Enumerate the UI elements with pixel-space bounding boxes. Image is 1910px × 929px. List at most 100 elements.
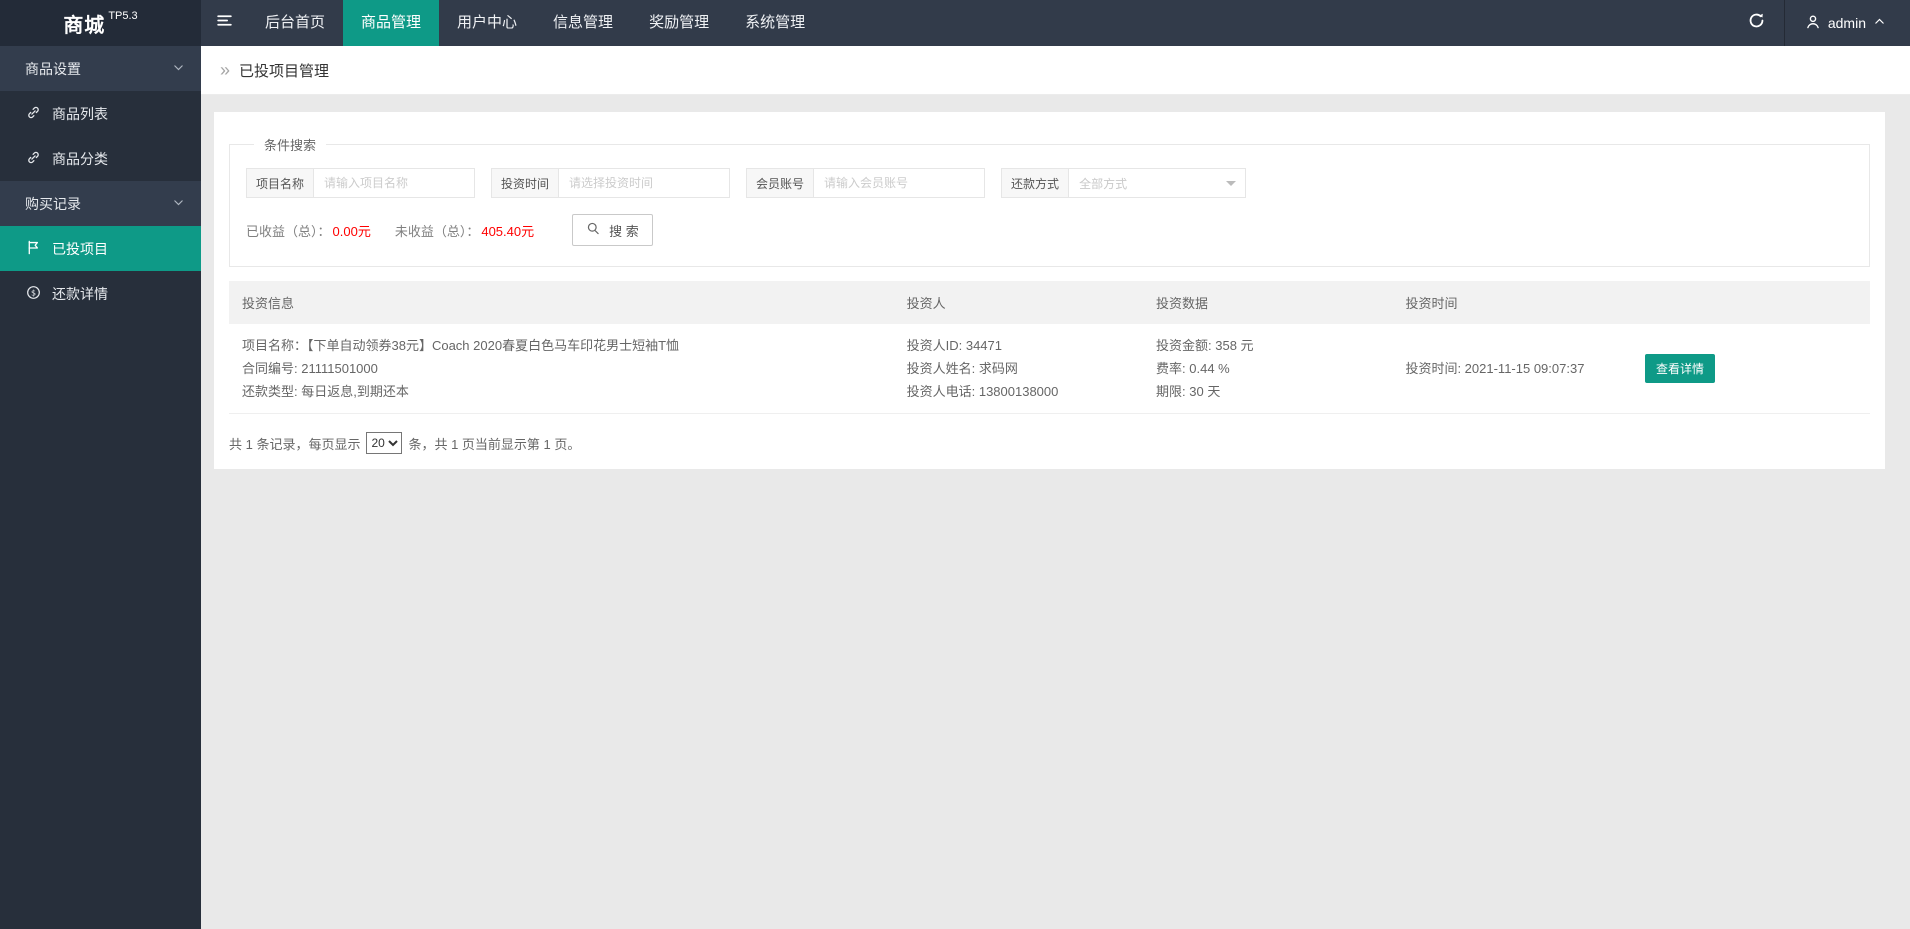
search-button-label: 搜 索 bbox=[609, 221, 639, 240]
page-scroll-area[interactable]: 条件搜索 项目名称 投资时间 会员账号 bbox=[201, 95, 1910, 929]
investor-phone-line: 投资人电话: 13800138000 bbox=[907, 380, 1130, 403]
earned-total-label: 已收益（总）： bbox=[246, 221, 331, 240]
investments-table: 投资信息 投资人 投资数据 投资时间 项目名称：【下单自动领券38元】Coach… bbox=[229, 281, 1870, 414]
member-account-group: 会员账号 bbox=[746, 168, 985, 198]
col-header-invest-time: 投资时间 bbox=[1392, 281, 1632, 324]
earned-total-value: 0.00元 bbox=[333, 221, 371, 240]
contract-no-line: 合同编号: 21111501000 bbox=[242, 357, 881, 380]
sidebar-group-label: 购买记录 bbox=[25, 194, 81, 214]
sidebar-item-label: 商品分类 bbox=[52, 149, 108, 169]
sidebar: 商品设置 商品列表 商品分类 购买记录 bbox=[0, 46, 201, 929]
col-header-invest-info: 投资信息 bbox=[229, 281, 894, 324]
refresh-button[interactable] bbox=[1730, 0, 1784, 46]
investor-name-line: 投资人姓名: 求码网 bbox=[907, 357, 1130, 380]
invest-time-input[interactable] bbox=[558, 168, 730, 198]
app-logo: 商城 TP5.3 bbox=[0, 0, 201, 46]
nav-tab-user-center[interactable]: 用户中心 bbox=[439, 0, 535, 46]
pagination-text-before: 共 1 条记录，每页显示 bbox=[229, 434, 360, 453]
username-label: admin bbox=[1828, 15, 1866, 31]
page-title: 已投项目管理 bbox=[239, 60, 329, 81]
repayment-type-line: 还款类型: 每日返息,到期还本 bbox=[242, 380, 881, 403]
cell-invest-data: 投资金额: 358 元 费率: 0.44 % 期限: 30 天 bbox=[1143, 324, 1392, 414]
svg-text:$: $ bbox=[31, 288, 36, 297]
repayment-method-select[interactable]: 全部方式 bbox=[1068, 168, 1246, 198]
nav-tab-info-management[interactable]: 信息管理 bbox=[535, 0, 631, 46]
col-header-invest-data: 投资数据 bbox=[1143, 281, 1392, 324]
project-name-line: 项目名称：【下单自动领券38元】Coach 2020春夏白色马车印花男士短袖T恤 bbox=[242, 334, 881, 357]
sidebar-toggle-button[interactable] bbox=[201, 0, 247, 46]
topbar-right: admin bbox=[1730, 0, 1910, 46]
flag-icon bbox=[26, 240, 41, 258]
sidebar-group-label: 商品设置 bbox=[25, 59, 81, 79]
select-caret-icon bbox=[1226, 181, 1236, 191]
sidebar-item-invested-projects[interactable]: 已投项目 bbox=[0, 226, 201, 271]
sidebar-group-goods-settings[interactable]: 商品设置 bbox=[0, 46, 201, 91]
repayment-method-group: 还款方式 全部方式 bbox=[1001, 168, 1246, 198]
invest-time-line: 投资时间: 2021-11-15 09:07:37 bbox=[1405, 357, 1619, 380]
project-name-label: 项目名称 bbox=[246, 168, 313, 198]
chevron-down-icon bbox=[172, 61, 185, 77]
chevron-down-icon bbox=[172, 196, 185, 212]
user-menu[interactable]: admin bbox=[1785, 0, 1910, 46]
col-header-investor: 投资人 bbox=[894, 281, 1143, 324]
link-icon bbox=[26, 105, 41, 123]
sidebar-item-label: 商品列表 bbox=[52, 104, 108, 124]
col-header-actions bbox=[1632, 281, 1870, 324]
investor-id-line: 投资人ID: 34471 bbox=[907, 334, 1130, 357]
nav-tab-reward-management[interactable]: 奖励管理 bbox=[631, 0, 727, 46]
sidebar-item-label: 还款详情 bbox=[52, 284, 108, 304]
nav-tab-system-management[interactable]: 系统管理 bbox=[727, 0, 823, 46]
repayment-method-label: 还款方式 bbox=[1001, 168, 1068, 198]
table-header-row: 投资信息 投资人 投资数据 投资时间 bbox=[229, 281, 1870, 324]
project-name-group: 项目名称 bbox=[246, 168, 475, 198]
search-panel-legend: 条件搜索 bbox=[254, 135, 326, 154]
user-icon bbox=[1805, 14, 1821, 33]
pagination-text-after: 条，共 1 页当前显示第 1 页。 bbox=[408, 434, 580, 453]
nav-tab-home[interactable]: 后台首页 bbox=[247, 0, 343, 46]
search-icon bbox=[586, 221, 601, 239]
dollar-circle-icon: $ bbox=[26, 285, 41, 303]
logo-version: TP5.3 bbox=[108, 10, 137, 22]
sidebar-item-goods-list[interactable]: 商品列表 bbox=[0, 91, 201, 136]
pagination: 共 1 条记录，每页显示 20 条，共 1 页当前显示第 1 页。 bbox=[229, 432, 1870, 454]
search-panel: 条件搜索 项目名称 投资时间 会员账号 bbox=[229, 135, 1870, 267]
sidebar-item-repayment-details[interactable]: $ 还款详情 bbox=[0, 271, 201, 316]
search-button[interactable]: 搜 索 bbox=[572, 214, 653, 246]
logo-text: 商城 bbox=[63, 9, 105, 38]
app-window: 商城 TP5.3 后台首页 商品管理 用户中心 信息管理 奖励管理 系统管理 bbox=[0, 0, 1910, 929]
chevron-up-icon bbox=[1873, 15, 1886, 31]
member-account-label: 会员账号 bbox=[746, 168, 813, 198]
link-icon bbox=[26, 150, 41, 168]
sidebar-item-goods-category[interactable]: 商品分类 bbox=[0, 136, 201, 181]
cell-actions: 查看详情 bbox=[1632, 324, 1870, 414]
rate-line: 费率: 0.44 % bbox=[1156, 357, 1379, 380]
double-chevron-icon: » bbox=[220, 61, 230, 79]
cell-invest-info: 项目名称：【下单自动领券38元】Coach 2020春夏白色马车印花男士短袖T恤… bbox=[229, 324, 894, 414]
repayment-method-selected-value: 全部方式 bbox=[1079, 175, 1127, 192]
table-row: 项目名称：【下单自动领券38元】Coach 2020春夏白色马车印花男士短袖T恤… bbox=[229, 324, 1870, 414]
top-navbar: 商城 TP5.3 后台首页 商品管理 用户中心 信息管理 奖励管理 系统管理 bbox=[0, 0, 1910, 46]
cell-invest-time: 投资时间: 2021-11-15 09:07:37 bbox=[1392, 324, 1632, 414]
page-size-select[interactable]: 20 bbox=[366, 432, 402, 454]
breadcrumb: » 已投项目管理 bbox=[201, 46, 1910, 95]
hamburger-icon bbox=[216, 12, 233, 34]
unearned-total-value: 405.40元 bbox=[481, 221, 534, 240]
invest-time-label: 投资时间 bbox=[491, 168, 558, 198]
main-card: 条件搜索 项目名称 投资时间 会员账号 bbox=[214, 112, 1885, 469]
invest-time-group: 投资时间 bbox=[491, 168, 730, 198]
term-line: 期限: 30 天 bbox=[1156, 380, 1379, 403]
cell-investor: 投资人ID: 34471 投资人姓名: 求码网 投资人电话: 138001380… bbox=[894, 324, 1143, 414]
top-nav-tabs: 后台首页 商品管理 用户中心 信息管理 奖励管理 系统管理 bbox=[247, 0, 823, 46]
member-account-input[interactable] bbox=[813, 168, 985, 198]
invest-amount-line: 投资金额: 358 元 bbox=[1156, 334, 1379, 357]
sidebar-group-purchase-records[interactable]: 购买记录 bbox=[0, 181, 201, 226]
project-name-input[interactable] bbox=[313, 168, 475, 198]
refresh-icon bbox=[1748, 12, 1765, 34]
nav-tab-goods-management[interactable]: 商品管理 bbox=[343, 0, 439, 46]
search-form-row: 项目名称 投资时间 会员账号 bbox=[246, 168, 1853, 198]
view-details-button[interactable]: 查看详情 bbox=[1645, 354, 1715, 383]
unearned-total-label: 未收益（总）： bbox=[395, 221, 480, 240]
stats-row: 已收益（总）： 0.00元 未收益（总）： 405.40元 搜 索 bbox=[246, 214, 1853, 246]
content-area: » 已投项目管理 条件搜索 项目名称 投资时间 bbox=[201, 46, 1910, 929]
sidebar-item-label: 已投项目 bbox=[52, 239, 108, 259]
